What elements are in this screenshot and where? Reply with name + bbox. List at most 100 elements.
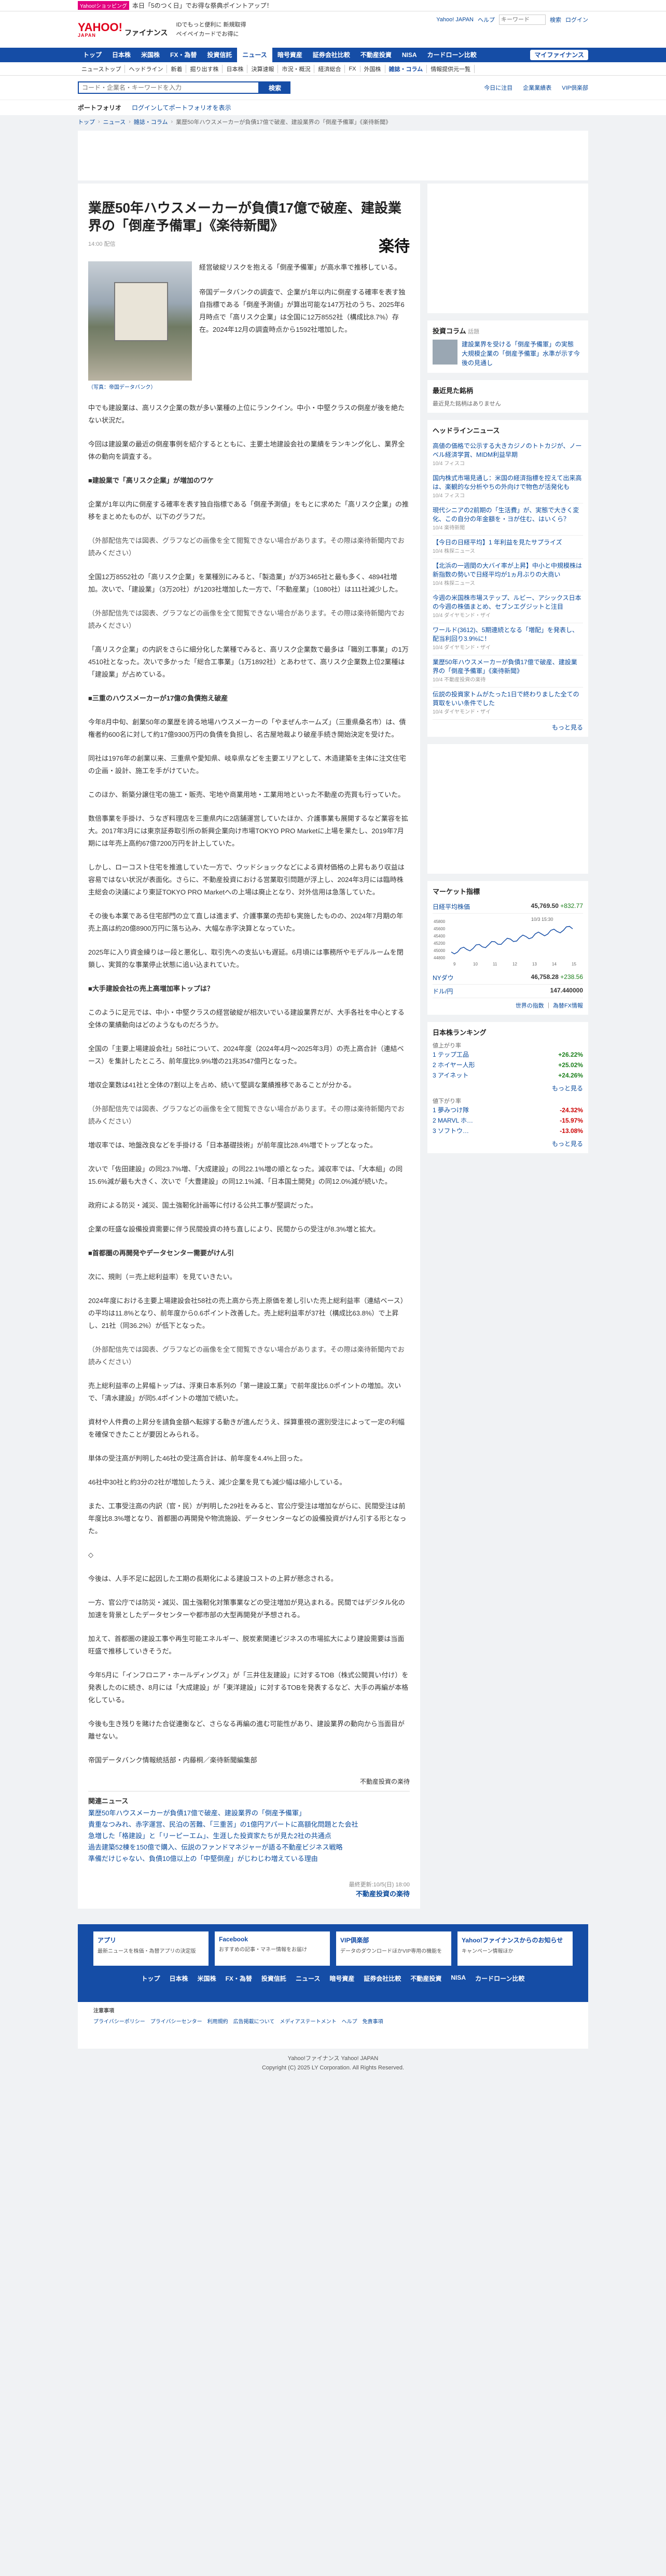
header-promo-1[interactable]: IDでもっと便利に 新規取得 — [176, 20, 246, 30]
footer-nav-item[interactable]: ニュース — [296, 1974, 320, 1983]
headline-item[interactable]: 高値の価格で公示する大きカジノのトトカジが、ノーベル経済学賞、MIDM利益早期 1… — [433, 439, 583, 471]
rank-up-more[interactable]: もっと見る — [552, 1085, 583, 1092]
pickup-item[interactable]: 建設業界を受ける「倒産予備軍」の実態 大規模企業の「倒産予備軍」水準が示す今後の見… — [433, 340, 583, 368]
subnav-item[interactable]: 掘り出す株 — [186, 64, 223, 73]
headline-item[interactable]: 伝説の投資家トムがたった1日で終わりました全ての買取をいい条件でした 10/4 ダ… — [433, 688, 583, 720]
gnav-item[interactable]: 証券会社比較 — [308, 48, 355, 62]
gnav-item[interactable]: 不動産投資 — [355, 48, 397, 62]
footer-link[interactable]: 利用規約 — [207, 2017, 228, 2025]
ranking-name[interactable]: 3 アイネット — [433, 1070, 468, 1081]
subnav-item[interactable]: FX — [345, 65, 360, 72]
related-news-link[interactable]: 貴重なつみれ、赤字運営、民泊の苦難、「三重苦」の1億円アパートに高額化問題とた会… — [88, 1819, 410, 1830]
footer-link[interactable]: ヘルプ — [342, 2017, 357, 2025]
footer-link[interactable]: プライバシーポリシー — [93, 2017, 145, 2025]
footer-link[interactable]: 広告掲載について — [233, 2017, 275, 2025]
subnav-item[interactable]: 日本株 — [223, 64, 248, 73]
breadcrumb-news[interactable]: ニュース — [103, 118, 126, 126]
headline-item[interactable]: ワールド(3612)、5期連続となる「増配」を発表し、配当利回り3.9%に！ 10… — [433, 623, 583, 655]
related-news-link[interactable]: 過去建築52棟を150億で購入、伝説のファンドマネジャーが語る不動産ビジネス戦略 — [88, 1842, 410, 1853]
rank-down-more[interactable]: もっと見る — [552, 1140, 583, 1147]
article-source[interactable]: 不動産投資の楽待 — [88, 1888, 410, 1898]
footer-nav-item[interactable]: カードローン比較 — [475, 1974, 524, 1983]
market-row-nikkei[interactable]: 日経平均株価 45,769.50 +832.77 — [433, 900, 583, 914]
headline-link[interactable]: 業歴50年ハウスメーカーが負債17億で破産、建設業界の「倒産予備軍」《楽待新聞》 — [433, 659, 577, 675]
gnav-item[interactable]: 暗号資産 — [272, 48, 308, 62]
footer-nav-item[interactable]: 投資信託 — [261, 1974, 286, 1983]
gnav-item[interactable]: トップ — [78, 48, 107, 62]
related-news-link[interactable]: 急増した「格建設」と「リーピーエム」、生涯した投資家たちが見た2社の共通点 — [88, 1830, 410, 1842]
gnav-item[interactable]: 米国株 — [136, 48, 165, 62]
ranking-name[interactable]: 1 テップ工品 — [433, 1049, 469, 1060]
footer-nav-item[interactable]: トップ — [142, 1974, 160, 1983]
subnav-item[interactable]: 情報提供元一覧 — [427, 64, 475, 73]
portfolio-login-link[interactable]: ログインしてポートフォリオを表示 — [132, 103, 231, 112]
footer-nav-item[interactable]: NISA — [451, 1974, 466, 1983]
subnav-item[interactable]: 外国株 — [360, 64, 385, 73]
publisher-logo[interactable]: 楽待 — [88, 233, 410, 256]
mypage-button[interactable]: マイファイナンス — [530, 50, 588, 60]
footer-link[interactable]: 免責事項 — [363, 2017, 383, 2025]
footer-company[interactable]: Yahoo!ファイナンス Yahoo! JAPAN — [0, 2054, 666, 2063]
headline-item[interactable]: 【今日の日経平均】1 年利益を見たサプライズ 10/4 株探ニュース — [433, 536, 583, 559]
related-news-link[interactable]: 業歴50年ハウスメーカーが負債17億で破産、建設業界の「倒産予備軍」 — [88, 1808, 410, 1819]
ranking-row[interactable]: 1 夢みつけ隊 -24.32% — [433, 1105, 583, 1115]
nikkei-chart[interactable]: 10/3 15:30 45800 45600 45400 45200 45000 4480… — [433, 916, 583, 968]
headline-item[interactable]: 今週の米国株市場ステップ、ルビー、アシックス日本の今週の株価まとめ、セブンエグジ… — [433, 591, 583, 623]
headline-link[interactable]: 国内株式市場見通し：米国の経済指標を控えて出来高は、楽観的な分析やちの外向けで物… — [433, 474, 581, 491]
pickup-link[interactable]: 大規模企業の「倒産予備軍」水準が示す今後の見通し — [462, 350, 580, 367]
footer-card[interactable]: Yahoo!ファイナンスからのお知らせ キャンペーン情報ほか — [457, 1931, 573, 1966]
gnav-item[interactable]: ニュース — [237, 48, 272, 62]
ranking-row[interactable]: 2 MARVL ホ… -15.97% — [433, 1115, 583, 1126]
top-ad[interactable] — [78, 131, 588, 180]
ranking-row[interactable]: 2 ホイヤー人形 +25.02% — [433, 1060, 583, 1070]
subnav-item[interactable]: 新着 — [167, 64, 187, 73]
related-news-link[interactable]: 準備だけじゃない、負債10億以上の「中堅倒産」がじわじわ増えている理由 — [88, 1853, 410, 1865]
breadcrumb-column[interactable]: 雑誌・コラム — [134, 118, 168, 126]
header-link-yahoo[interactable]: Yahoo! JAPAN — [436, 17, 474, 23]
headline-link[interactable]: 【北浜の一週間の大バイ率が上昇】中小と中規模株は新指数の勢いで日経平均が1ヵ月ぶ… — [433, 562, 582, 578]
footer-nav-item[interactable]: 暗号資産 — [329, 1974, 354, 1983]
search-link-vip[interactable]: VIP倶楽部 — [562, 83, 588, 92]
header-search-button[interactable]: 検索 — [550, 16, 561, 24]
quote-search-input[interactable] — [78, 81, 259, 94]
market-row-usdjpy[interactable]: ドル/円 147.440000 — [433, 985, 583, 998]
gnav-item[interactable]: 投資信託 — [202, 48, 237, 62]
fx-link[interactable]: 為替FX情報 — [553, 1003, 583, 1009]
headline-link[interactable]: 現代シニアの2前期の「生活費」が、実態で大きく変化、この自分の年金額を・ヨが住む… — [433, 507, 579, 523]
ranking-row[interactable]: 3 ソフトウ… -13.08% — [433, 1126, 583, 1136]
header-promo-2[interactable]: ペイペイカードでお得に — [176, 30, 246, 39]
headline-link[interactable]: 今週の米国株市場ステップ、ルビー、アシックス日本の今週の株価まとめ、セブンエグジ… — [433, 594, 581, 610]
login-link[interactable]: ログイン — [565, 16, 588, 24]
market-name[interactable]: 日経平均株価 — [433, 902, 470, 911]
footer-card[interactable]: Facebook おすすめの記事・マネー情報をお届け — [215, 1931, 330, 1966]
header-link-help[interactable]: ヘルプ — [478, 16, 495, 24]
headline-link[interactable]: 【今日の日経平均】1 年利益を見たサプライズ — [433, 539, 562, 546]
subnav-item[interactable]: 経済総合 — [314, 64, 345, 73]
ranking-name[interactable]: 2 ホイヤー人形 — [433, 1060, 475, 1070]
article-photo[interactable] — [88, 261, 192, 381]
ranking-name[interactable]: 3 ソフトウ… — [433, 1126, 469, 1136]
subnav-item[interactable]: ニューストップ — [78, 64, 126, 73]
gnav-item[interactable]: 日本株 — [107, 48, 136, 62]
gnav-item[interactable]: FX・為替 — [165, 48, 202, 62]
subnav-item[interactable]: 市況・概況 — [278, 64, 315, 73]
market-name[interactable]: NYダウ — [433, 973, 454, 982]
ranking-row[interactable]: 1 テップ工品 +26.22% — [433, 1049, 583, 1060]
pickup-tab[interactable]: 話題 — [468, 329, 479, 335]
footer-nav-item[interactable]: 日本株 — [170, 1974, 188, 1983]
search-link-earnings[interactable]: 企業業績表 — [523, 83, 551, 92]
market-name[interactable]: ドル/円 — [433, 987, 453, 996]
footer-nav-item[interactable]: 証券会社比較 — [364, 1974, 401, 1983]
footer-link[interactable]: プライバシーセンター — [150, 2017, 202, 2025]
subnav-item[interactable]: ヘッドライン — [125, 64, 168, 73]
world-index-link[interactable]: 世界の指数 — [516, 1003, 544, 1009]
headline-item[interactable]: 国内株式市場見通し：米国の経済指標を控えて出来高は、楽観的な分析やちの外向けで物… — [433, 471, 583, 503]
headline-link[interactable]: ワールド(3612)、5期連続となる「増配」を発表し、配当利回り3.9%に！ — [433, 626, 578, 642]
headline-link[interactable]: 高値の価格で公示する大きカジノのトトカジが、ノーベル経済学賞、MIDM利益早期 — [433, 442, 582, 458]
header-search-input[interactable] — [499, 15, 546, 25]
ranking-name[interactable]: 1 夢みつけ隊 — [433, 1105, 469, 1115]
sidebar-ad[interactable] — [427, 184, 588, 313]
breadcrumb-top[interactable]: トップ — [78, 118, 95, 126]
headline-item[interactable]: 【北浜の一週間の大バイ率が上昇】中小と中規模株は新指数の勢いで日経平均が1ヵ月ぶ… — [433, 559, 583, 591]
market-row-dow[interactable]: NYダウ 46,758.28 +238.56 — [433, 971, 583, 985]
